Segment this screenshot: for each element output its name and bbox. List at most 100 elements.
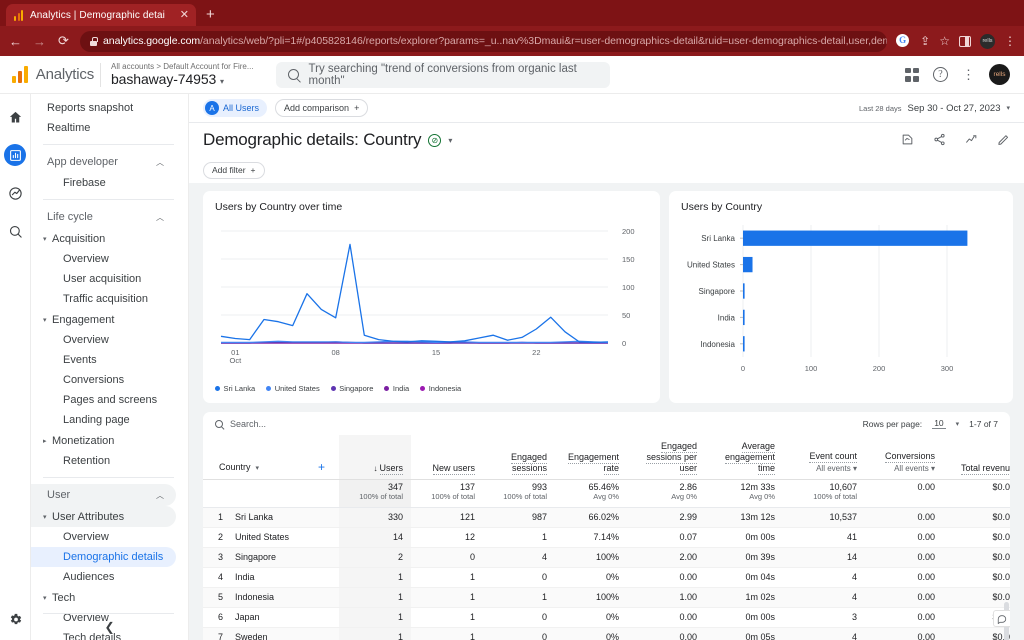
- new-tab-icon[interactable]: +: [206, 6, 215, 23]
- row-dimension-value[interactable]: Sri Lanka: [229, 507, 340, 528]
- forward-icon[interactable]: →: [32, 34, 47, 49]
- reload-icon[interactable]: ⟳: [56, 33, 71, 49]
- users-by-country-over-time-chart[interactable]: 05010015020001Oct08 15 22: [215, 217, 648, 377]
- google-account-icon[interactable]: G: [896, 33, 911, 49]
- date-range-picker[interactable]: Last 28 days Sep 30 - Oct 27, 2023 ▾: [859, 103, 1010, 114]
- sidebar-group-user[interactable]: User ︿: [31, 484, 176, 506]
- header-menu-icon[interactable]: ⋮: [962, 68, 975, 81]
- collapse-sidebar-button[interactable]: ❮: [31, 620, 188, 634]
- table-row[interactable]: 3Singapore204100%2.000m 39s140.00$0.00: [203, 547, 1010, 568]
- reports-icon[interactable]: [4, 144, 26, 166]
- sidebar-item-pages-and-screens[interactable]: Pages and screens: [31, 390, 176, 410]
- sidebar-item-demographic-details[interactable]: Demographic details: [31, 547, 176, 567]
- sidebar-item-events[interactable]: Events: [31, 350, 176, 370]
- row-dimension-value[interactable]: Sweden: [229, 627, 340, 640]
- column-header-average-engagement-time[interactable]: Average engagement time: [705, 435, 784, 480]
- table-row[interactable]: 6Japan1100%0.000m 00s30.00$0.00: [203, 607, 1010, 628]
- sidebar-parent-monetization[interactable]: ▸ Monetization: [31, 430, 176, 451]
- legend-item-united-states[interactable]: United States: [266, 384, 320, 393]
- sidebar-group-life-cycle[interactable]: Life cycle ︿: [31, 206, 176, 228]
- column-sub-label[interactable]: All events ▾: [873, 463, 935, 474]
- column-header-users[interactable]: ↓ Users: [339, 435, 412, 480]
- sidebar-item-acquisition-overview[interactable]: Overview: [31, 249, 176, 269]
- sidebar-item-engagement-overview[interactable]: Overview: [31, 330, 176, 350]
- sidebar-item-firebase[interactable]: Firebase: [31, 173, 176, 193]
- close-tab-icon[interactable]: ✕: [180, 9, 189, 21]
- global-search-input[interactable]: Try searching "trend of conversions from…: [275, 61, 610, 88]
- compare-icon[interactable]: [965, 133, 978, 148]
- sidebar-item-realtime[interactable]: Realtime: [31, 118, 176, 138]
- table-row[interactable]: 2 United States 14 12 1 7.14% 0.07 0m 00s 41 0.00…: [203, 527, 1010, 548]
- legend-item-sri-lanka[interactable]: Sri Lanka: [215, 384, 255, 393]
- row-dimension-value[interactable]: Japan: [229, 607, 340, 628]
- sidebar-item-label: Overview: [63, 253, 109, 265]
- help-icon[interactable]: ?: [933, 67, 948, 82]
- user-avatar[interactable]: rells: [989, 64, 1010, 85]
- column-header-total-revenue[interactable]: Total revenue: [943, 435, 1010, 480]
- sidebar-item-reports-snapshot[interactable]: Reports snapshot: [31, 98, 176, 118]
- explore-icon[interactable]: [4, 182, 26, 204]
- analytics-logo[interactable]: Analytics: [8, 66, 94, 83]
- advertising-icon[interactable]: [4, 220, 26, 242]
- row-metric-cell: 0: [483, 607, 556, 628]
- sidebar-item-audiences[interactable]: Audiences: [31, 567, 176, 587]
- apps-grid-icon[interactable]: [905, 67, 919, 82]
- users-by-country-bar-chart[interactable]: 0 100 200 300 Sri Lanka United States Singapor…: [681, 217, 1001, 395]
- sidebar-item-landing-page[interactable]: Landing page: [31, 410, 176, 430]
- column-header-new-users[interactable]: New users: [411, 435, 484, 480]
- add-comparison-button[interactable]: Add comparison +: [275, 99, 369, 117]
- legend-item-singapore[interactable]: Singapore: [330, 384, 373, 393]
- add-filter-button[interactable]: Add filter +: [203, 161, 265, 179]
- column-header-engaged-sessions-per-user[interactable]: Engaged sessions per user: [627, 435, 706, 480]
- chevron-down-icon[interactable]: ▾: [956, 420, 960, 428]
- column-header-engaged-sessions[interactable]: Engaged sessions: [483, 435, 556, 480]
- browser-menu-icon[interactable]: ⋮: [1004, 35, 1016, 47]
- audience-chip-label: All Users: [223, 103, 260, 113]
- column-header-country[interactable]: Country ▾ +: [203, 435, 340, 480]
- share-icon[interactable]: [933, 133, 946, 148]
- insights-icon[interactable]: [901, 133, 914, 148]
- account-selector[interactable]: All accounts > Default Account for Fire.…: [111, 61, 254, 89]
- row-dimension-value[interactable]: Indonesia: [229, 587, 340, 608]
- edit-icon[interactable]: [997, 133, 1010, 148]
- sidebar-item-user-acquisition[interactable]: User acquisition: [31, 269, 176, 289]
- column-header-event-count[interactable]: Event count All events ▾: [783, 435, 866, 480]
- feedback-button[interactable]: [993, 610, 1010, 627]
- sidebar-item-user-overview[interactable]: Overview: [31, 527, 176, 547]
- back-icon[interactable]: ←: [8, 34, 23, 49]
- legend-item-indonesia[interactable]: Indonesia: [420, 384, 461, 393]
- add-dimension-button[interactable]: +: [318, 461, 325, 473]
- column-header-engagement-rate[interactable]: Engagement rate: [555, 435, 628, 480]
- side-panel-icon[interactable]: [959, 35, 971, 47]
- home-icon[interactable]: [4, 106, 26, 128]
- sidebar-group-app-developer[interactable]: App developer ︿: [31, 151, 176, 173]
- settings-gear-icon[interactable]: [4, 608, 26, 630]
- table-row[interactable]: 1 Sri Lanka 330 121 987 66.02% 2.99 13m 12s 10,5…: [203, 507, 1010, 528]
- table-search-input[interactable]: Search...: [230, 419, 266, 429]
- sidebar-item-retention[interactable]: Retention: [31, 451, 176, 471]
- bookmark-star-icon[interactable]: ☆: [939, 35, 950, 47]
- sidebar-parent-user-attributes[interactable]: ▾ User Attributes: [31, 506, 176, 527]
- row-dimension-value[interactable]: Singapore: [229, 547, 340, 568]
- chevron-down-icon[interactable]: ▾: [448, 136, 452, 145]
- sidebar-item-traffic-acquisition[interactable]: Traffic acquisition: [31, 289, 176, 309]
- table-row[interactable]: 4India1100%0.000m 04s40.00$0.00: [203, 567, 1010, 588]
- table-row[interactable]: 5Indonesia111100%1.001m 02s40.00$0.00: [203, 587, 1010, 608]
- totals-label: [229, 479, 340, 508]
- column-sub-label[interactable]: All events ▾: [791, 463, 857, 474]
- row-dimension-value[interactable]: India: [229, 567, 340, 588]
- sidebar-parent-engagement[interactable]: ▾ Engagement: [31, 309, 176, 330]
- rows-per-page-select[interactable]: 10: [932, 418, 946, 429]
- address-bar[interactable]: analytics.google.com/analytics/web/?pli=…: [80, 30, 888, 52]
- table-row[interactable]: 7Sweden1100%0.000m 05s40.00$0.00: [203, 627, 1010, 640]
- share-icon[interactable]: ⇪: [920, 35, 930, 47]
- row-dimension-value[interactable]: United States: [229, 527, 340, 548]
- column-header-conversions[interactable]: Conversions All events ▾: [865, 435, 944, 480]
- sidebar-parent-acquisition[interactable]: ▾ Acquisition: [31, 228, 176, 249]
- sidebar-item-conversions[interactable]: Conversions: [31, 370, 176, 390]
- legend-item-india[interactable]: India: [384, 384, 409, 393]
- sidebar-parent-tech[interactable]: ▾ Tech: [31, 587, 176, 608]
- profile-avatar-icon[interactable]: rells: [980, 33, 995, 49]
- browser-tab[interactable]: Analytics | Demographic detai ✕: [6, 4, 196, 26]
- audience-chip-all-users[interactable]: A All Users: [203, 99, 268, 117]
